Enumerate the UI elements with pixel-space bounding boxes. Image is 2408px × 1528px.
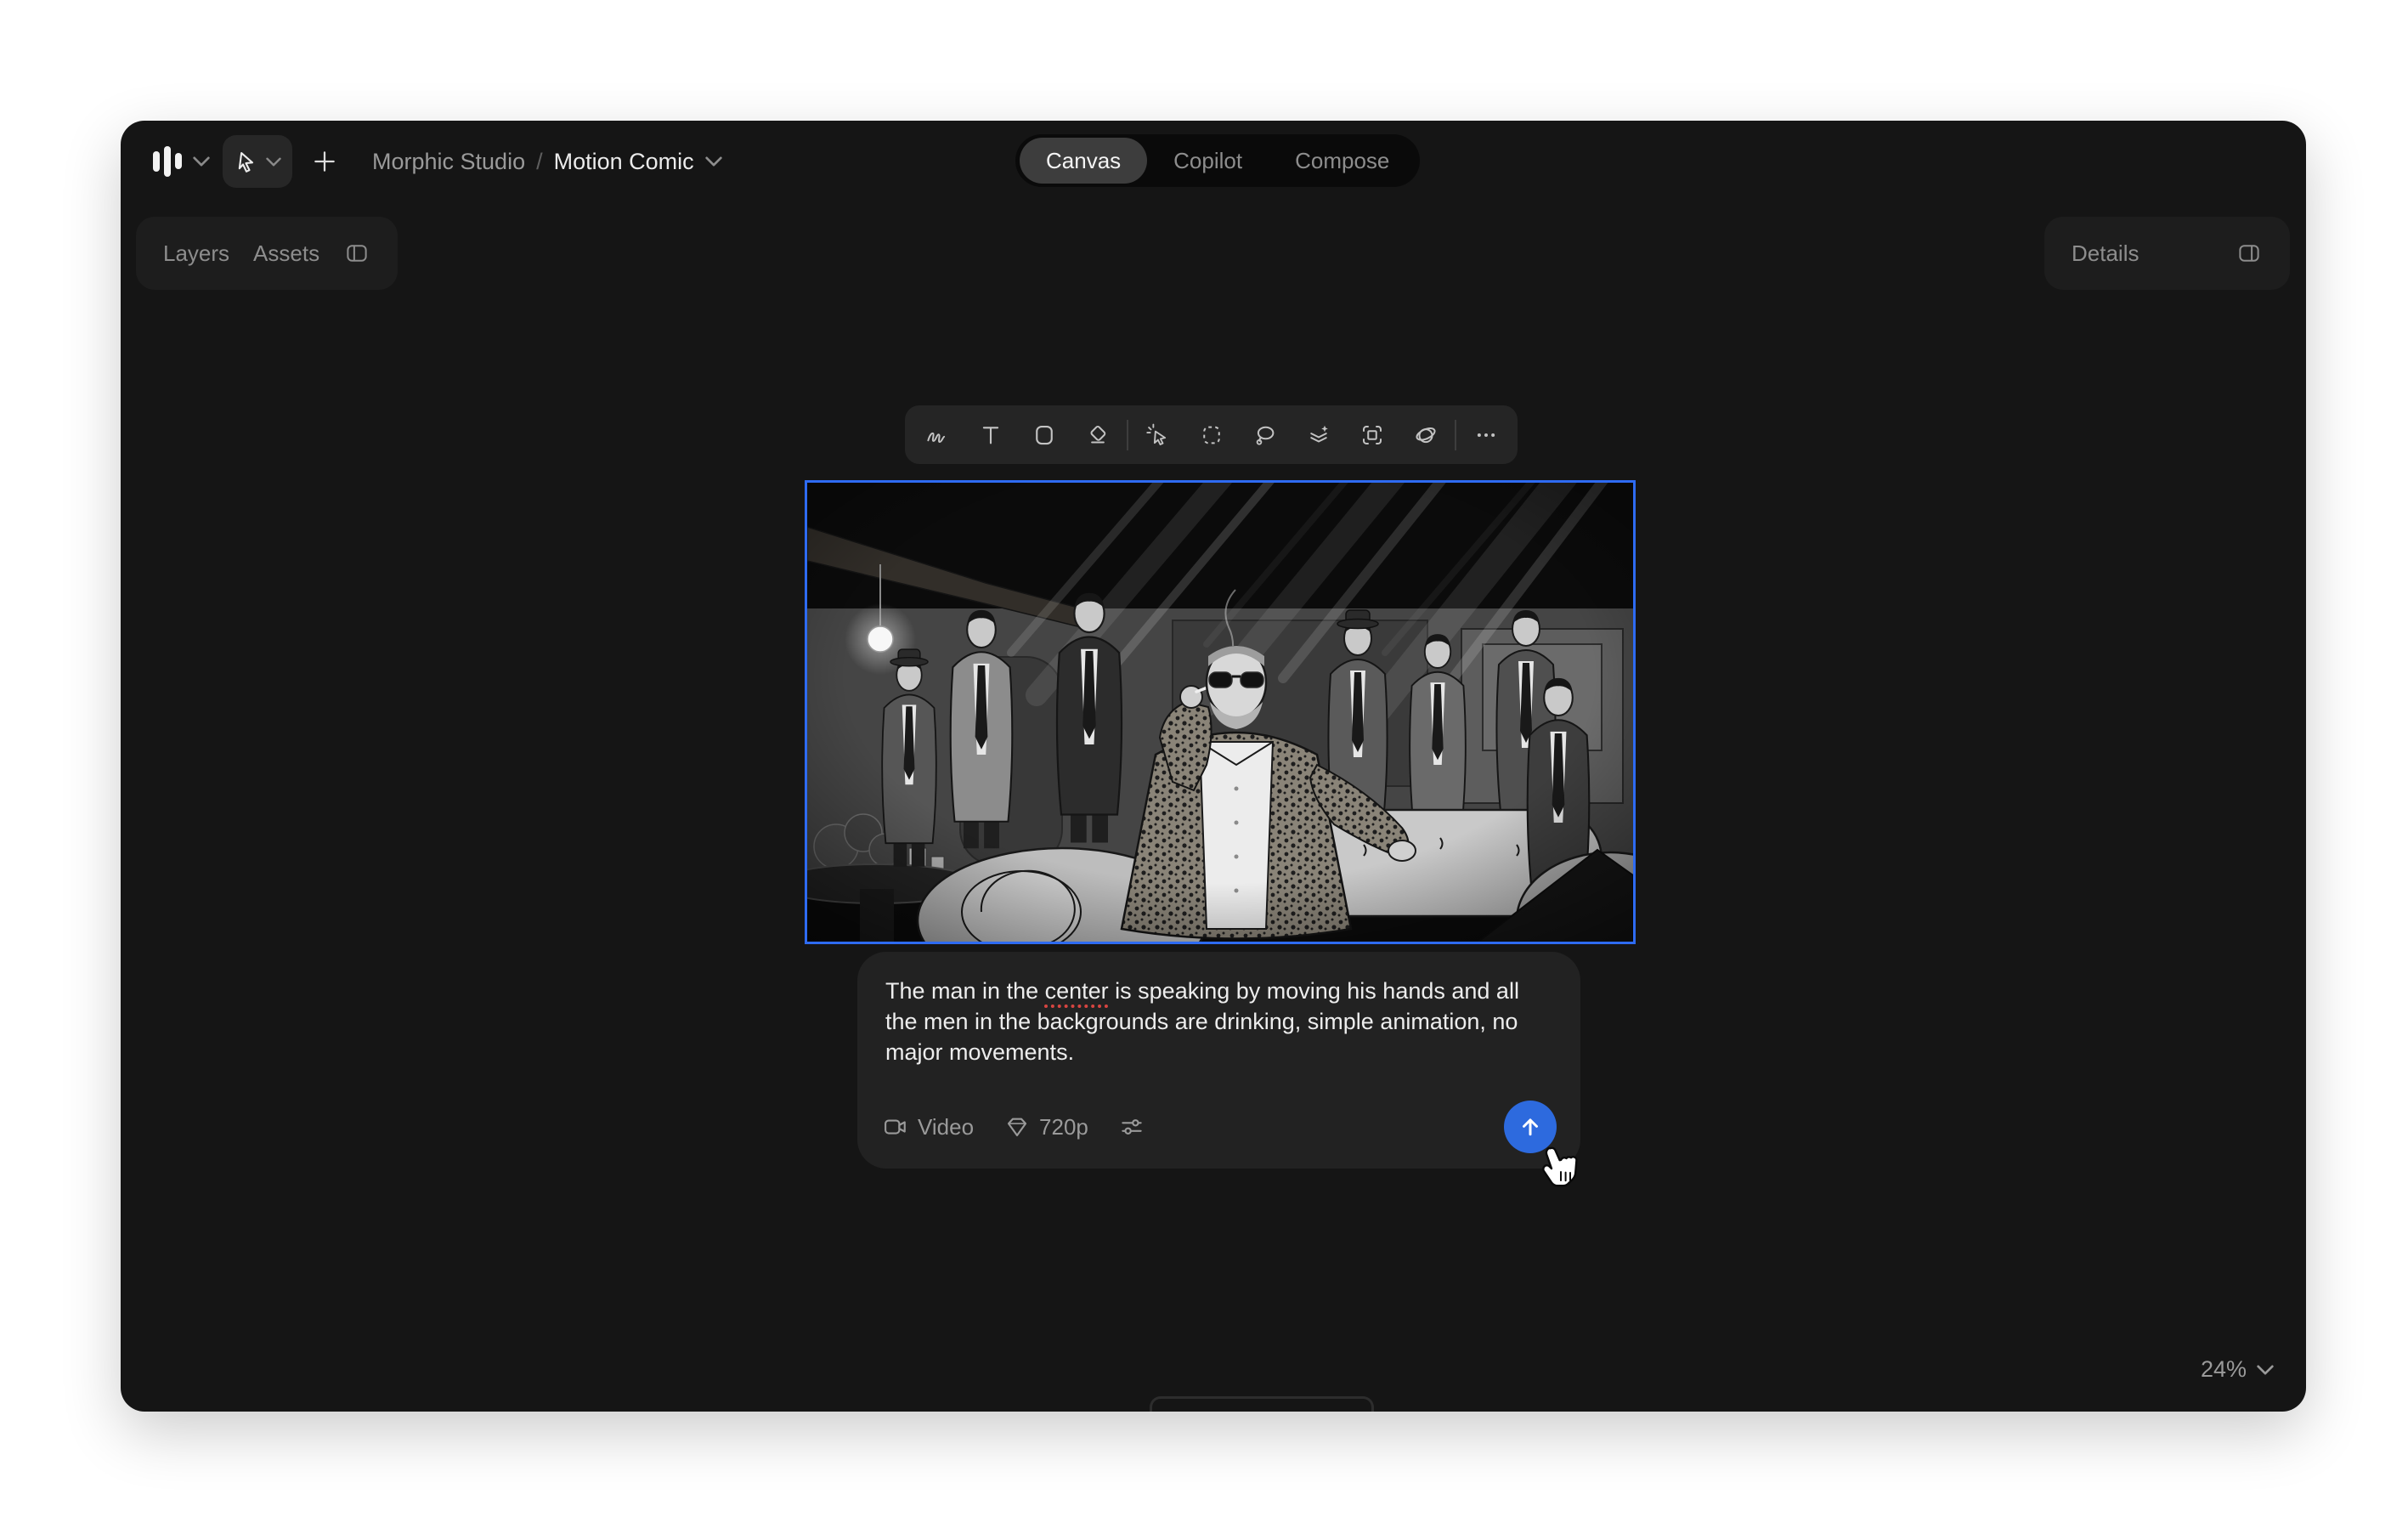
marquee-icon — [1199, 422, 1224, 448]
output-mode-label: Video — [918, 1114, 974, 1140]
video-camera-icon — [883, 1114, 908, 1140]
details-tab[interactable]: Details — [2072, 241, 2139, 267]
panel-right-icon[interactable] — [2236, 241, 2263, 266]
sliders-icon — [1119, 1114, 1145, 1140]
prompt-text-misspelled: center — [1045, 978, 1109, 1004]
breadcrumb-separator: / — [536, 149, 543, 175]
canvas-image-selected[interactable] — [805, 480, 1636, 944]
select-tool-button[interactable] — [223, 135, 292, 188]
text-tool-button[interactable] — [964, 405, 1017, 464]
panel-left-icon[interactable] — [343, 241, 370, 266]
breadcrumb: Morphic Studio / Motion Comic — [372, 149, 722, 175]
tab-copilot[interactable]: Copilot — [1147, 138, 1269, 184]
output-mode-option[interactable]: Video — [883, 1114, 974, 1140]
lasso-tool-button[interactable] — [1238, 405, 1292, 464]
mouse-cursor-hand — [1535, 1144, 1579, 1197]
more-tools-button[interactable] — [1459, 405, 1512, 464]
details-panel-toggle: Details — [2044, 217, 2290, 290]
toolbar-divider — [1455, 420, 1456, 450]
generative-layers-tool-button[interactable] — [1292, 405, 1345, 464]
plus-icon — [311, 148, 338, 175]
gem-icon — [1004, 1114, 1030, 1140]
marquee-select-tool-button[interactable] — [1184, 405, 1238, 464]
zoom-control[interactable]: 24% — [2201, 1356, 2274, 1383]
text-icon — [978, 422, 1003, 448]
frame-icon — [1359, 422, 1385, 448]
prompt-options-row: Video 720p — [883, 1101, 1557, 1153]
orbit-tool-button[interactable] — [1399, 405, 1452, 464]
resolution-option[interactable]: 720p — [1004, 1114, 1088, 1140]
breadcrumb-app[interactable]: Morphic Studio — [372, 149, 525, 175]
orbit-sphere-icon — [1413, 422, 1439, 448]
pen-tool-button[interactable] — [910, 405, 964, 464]
chevron-down-icon — [2257, 1365, 2274, 1375]
left-panel-toggle: Layers Assets — [136, 217, 398, 290]
app-window: Morphic Studio / Motion Comic Canvas Cop… — [121, 121, 2306, 1412]
topbar: Morphic Studio / Motion Comic — [151, 134, 722, 189]
smart-select-tool-button[interactable] — [1131, 405, 1184, 464]
magic-cursor-icon — [1145, 422, 1171, 448]
mode-tabs: Canvas Copilot Compose — [1015, 134, 1420, 187]
assets-tab[interactable]: Assets — [253, 241, 319, 267]
layers-tab[interactable]: Layers — [163, 241, 229, 267]
chevron-down-icon — [266, 157, 281, 167]
morphic-logo-icon — [151, 143, 185, 180]
cursor-arrow-icon — [235, 150, 258, 173]
prompt-input[interactable]: The man in the center is speaking by mov… — [885, 976, 1552, 1067]
shape-tool-button[interactable] — [1017, 405, 1071, 464]
zoom-value: 24% — [2201, 1356, 2247, 1383]
eraser-tool-button[interactable] — [1071, 405, 1124, 464]
chevron-down-icon[interactable] — [705, 156, 722, 167]
app-menu-button[interactable] — [151, 143, 210, 180]
breadcrumb-project[interactable]: Motion Comic — [554, 149, 694, 175]
add-button[interactable] — [305, 142, 344, 181]
tab-compose[interactable]: Compose — [1269, 138, 1416, 184]
arrow-up-icon — [1518, 1114, 1543, 1140]
toolbar-divider — [1127, 420, 1128, 450]
canvas-toolbar — [905, 405, 1518, 464]
settings-option[interactable] — [1119, 1114, 1145, 1140]
resolution-label: 720p — [1039, 1114, 1088, 1140]
layers-sparkle-icon — [1306, 422, 1331, 448]
rounded-rect-icon — [1032, 422, 1057, 448]
frame-tool-button[interactable] — [1345, 405, 1399, 464]
lasso-icon — [1252, 422, 1278, 448]
prompt-box: The man in the center is speaking by mov… — [857, 952, 1580, 1169]
prompt-text-before: The man in the — [885, 978, 1045, 1004]
comic-scene-graphic — [807, 483, 1633, 942]
horizontal-scrollbar[interactable] — [1150, 1396, 1374, 1412]
tab-canvas[interactable]: Canvas — [1020, 138, 1147, 184]
eraser-icon — [1085, 422, 1111, 448]
pen-scribble-icon — [924, 422, 950, 448]
ellipsis-icon — [1473, 422, 1499, 448]
chevron-down-icon — [193, 156, 210, 167]
